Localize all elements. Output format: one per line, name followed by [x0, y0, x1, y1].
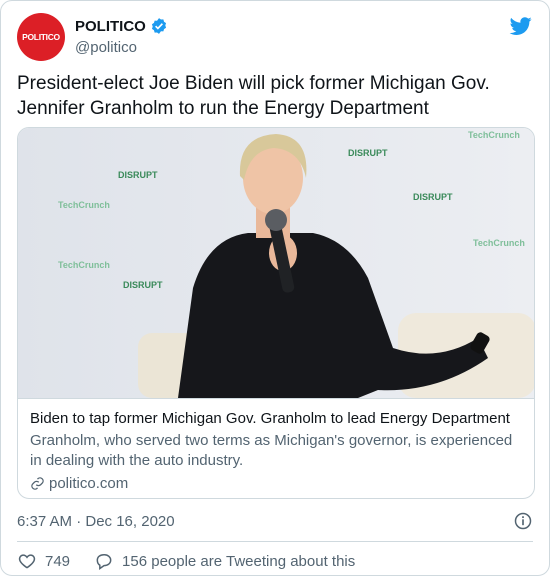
tweet-text-line: President-elect Joe Biden will pick form…: [17, 73, 490, 94]
info-icon[interactable]: [513, 511, 533, 531]
backdrop-logo: TechCrunch: [473, 238, 525, 248]
card-description: Granholm, who served two terms as Michig…: [30, 432, 513, 469]
card-title[interactable]: Biden to tap former Michigan Gov. Granho…: [30, 409, 522, 429]
verified-badge-icon: [151, 18, 166, 34]
heart-icon: [18, 554, 36, 569]
link-icon: [31, 477, 44, 490]
backdrop-logo: TechCrunch: [58, 200, 110, 210]
like-button[interactable]: 749: [17, 551, 70, 571]
like-count: 749: [45, 552, 71, 570]
tweet-header: POLITICO POLITICO @politico: [17, 13, 533, 63]
conversation-text: 156 people are Tweeting about this: [122, 552, 356, 570]
backdrop-logo: DISRUPT: [348, 148, 388, 158]
backdrop-logo: DISRUPT: [413, 192, 453, 202]
speech-bubble-icon: [96, 554, 112, 570]
avatar[interactable]: POLITICO: [17, 13, 65, 61]
tweet-text-line: Jennifer Granholm to run the Energy Depa…: [17, 98, 429, 119]
backdrop-logo: TechCrunch: [468, 130, 520, 140]
tweet-text: President-elect Joe Biden will pick form…: [17, 71, 533, 121]
twitter-bird-icon[interactable]: [509, 15, 533, 37]
article-photo[interactable]: DISRUPT TechCrunch DISRUPT TechCrunch DI…: [18, 128, 535, 398]
backdrop-logo: DISRUPT: [118, 170, 158, 180]
tweet-card: POLITICO POLITICO @politico President-el…: [0, 0, 550, 576]
avatar-logo-text: POLITICO: [22, 32, 60, 42]
account-name[interactable]: POLITICO: [75, 18, 146, 35]
link-preview-card[interactable]: DISRUPT TechCrunch DISRUPT TechCrunch DI…: [17, 127, 535, 499]
backdrop-logo: DISRUPT: [123, 280, 163, 290]
tweet-timestamp[interactable]: 6:37 AM · Dec 16, 2020: [17, 513, 175, 530]
divider: [17, 541, 533, 542]
tweet-actions: 749 156 people are Tweeting about this: [17, 551, 379, 571]
account-names[interactable]: POLITICO @politico: [75, 17, 168, 56]
conversation-button[interactable]: 156 people are Tweeting about this: [94, 551, 355, 571]
backdrop-logo: TechCrunch: [58, 260, 110, 270]
account-handle[interactable]: @politico: [75, 39, 168, 56]
card-domain-text: politico.com: [49, 475, 129, 492]
card-domain[interactable]: politico.com: [30, 475, 522, 492]
card-body[interactable]: Biden to tap former Michigan Gov. Granho…: [18, 398, 534, 498]
